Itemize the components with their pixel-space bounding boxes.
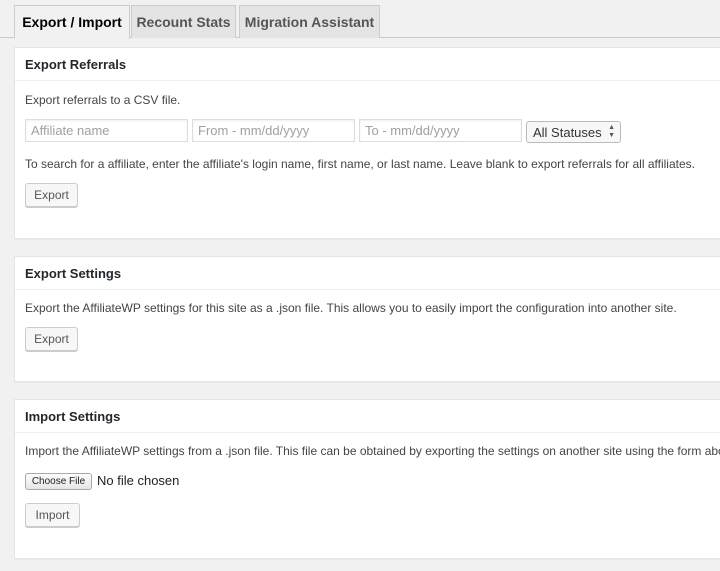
status-select-value: All Statuses bbox=[533, 124, 602, 140]
import-settings-description: Import the AffiliateWP settings from a .… bbox=[25, 444, 720, 458]
affiliate-name-input[interactable] bbox=[25, 119, 188, 142]
export-referrals-button[interactable]: Export bbox=[25, 183, 78, 207]
tab-recount-stats[interactable]: Recount Stats bbox=[131, 5, 236, 38]
export-referrals-panel: Export Referrals Export referrals to a C… bbox=[14, 47, 720, 239]
file-status-text: No file chosen bbox=[97, 473, 180, 488]
import-settings-panel: Import Settings Import the AffiliateWP s… bbox=[14, 399, 720, 559]
export-settings-panel: Export Settings Export the AffiliateWP s… bbox=[14, 256, 720, 382]
tab-bar: Export / Import Recount Stats Migration … bbox=[0, 0, 720, 39]
export-settings-button[interactable]: Export bbox=[25, 327, 78, 351]
status-select[interactable]: All Statuses ▲ ▼ bbox=[526, 121, 621, 143]
export-referrals-help: To search for a affiliate, enter the aff… bbox=[25, 157, 695, 171]
export-settings-title: Export Settings bbox=[15, 257, 720, 290]
from-date-input[interactable] bbox=[192, 119, 355, 142]
select-arrows-icon: ▲ ▼ bbox=[608, 124, 615, 139]
tab-migration-assistant[interactable]: Migration Assistant bbox=[239, 5, 380, 38]
export-settings-description: Export the AffiliateWP settings for this… bbox=[25, 301, 677, 315]
tab-export-import[interactable]: Export / Import bbox=[14, 5, 130, 39]
export-referrals-description: Export referrals to a CSV file. bbox=[25, 93, 181, 107]
choose-file-button[interactable]: Choose File bbox=[25, 473, 92, 490]
import-settings-title: Import Settings bbox=[15, 400, 720, 433]
to-date-input[interactable] bbox=[359, 119, 522, 142]
import-settings-button[interactable]: Import bbox=[25, 503, 80, 527]
export-referrals-title: Export Referrals bbox=[15, 48, 720, 81]
